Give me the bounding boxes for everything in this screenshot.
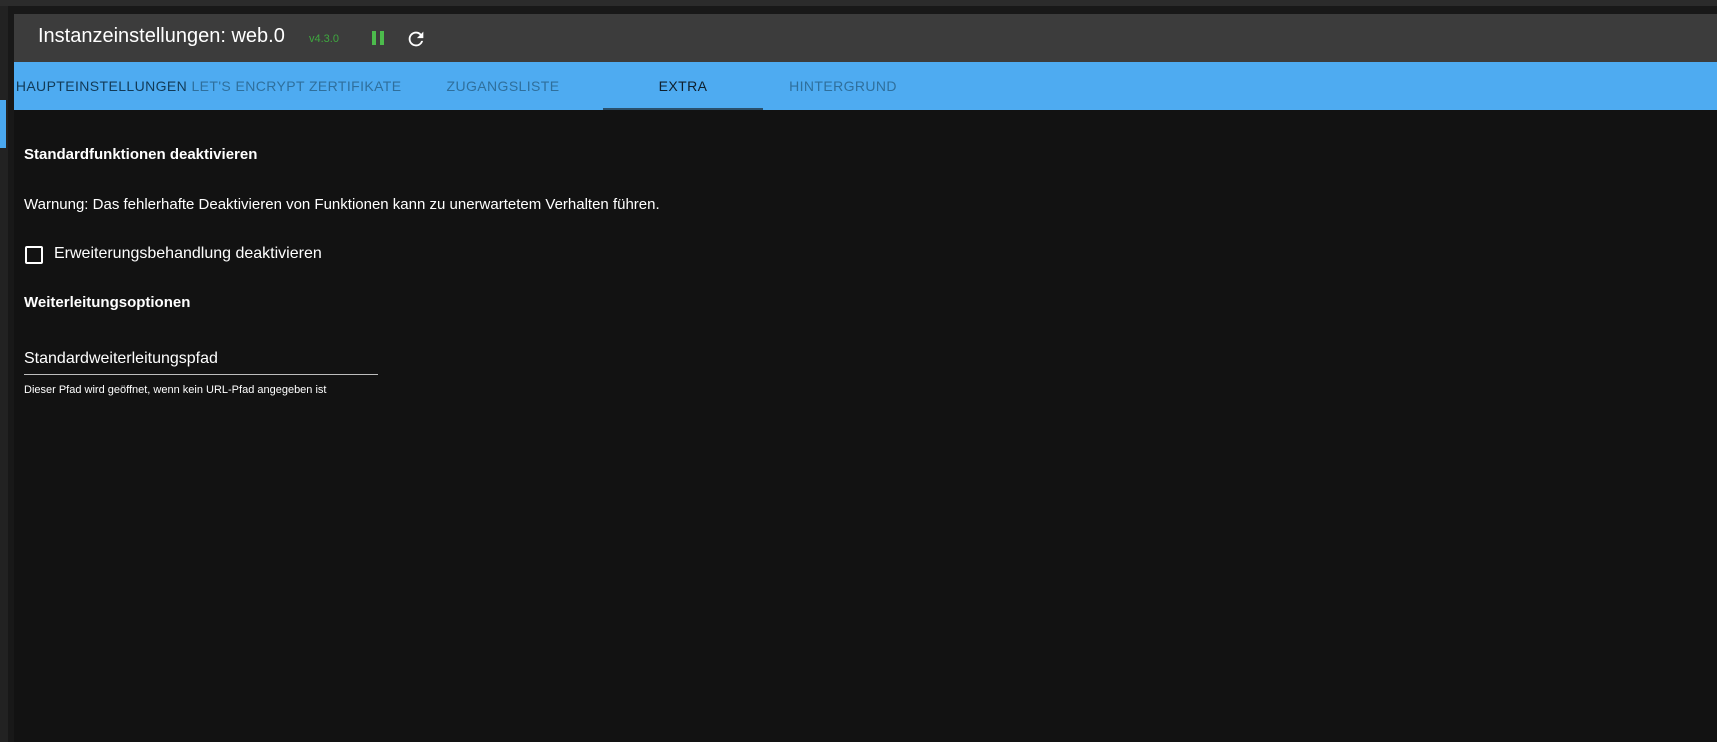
tab-bar: HAUPTEINSTELLUNGEN LET'S ENCRYPT ZERTIFI… — [14, 62, 1717, 110]
reload-button[interactable] — [405, 28, 427, 50]
tab-extra[interactable]: EXTRA — [603, 62, 763, 110]
tab-zugangsliste[interactable]: ZUGANGSLISTE — [428, 62, 578, 110]
section-heading-weiterleitungsoptionen: Weiterleitungsoptionen — [24, 294, 191, 311]
pause-icon-bar — [380, 31, 384, 45]
active-tab-indicator — [603, 108, 763, 110]
left-nav-accent — [0, 100, 6, 148]
field-underline — [24, 374, 378, 375]
tab-lets-encrypt-zertifikate[interactable]: LET'S ENCRYPT ZERTIFIKATE — [189, 62, 404, 110]
version-label: v4.3.0 — [309, 33, 339, 45]
section-heading-standardfunktionen: Standardfunktionen deaktivieren — [24, 146, 258, 163]
tab-hintergrund[interactable]: HINTERGRUND — [763, 62, 923, 110]
warning-text: Warnung: Das fehlerhafte Deaktivieren vo… — [24, 196, 660, 213]
default-redirect-path-field[interactable]: Standardweiterleitungspfad — [24, 346, 378, 376]
dialog-title: Instanzeinstellungen: web.0 — [38, 25, 285, 47]
reload-icon — [408, 31, 424, 47]
checkbox-label: Erweiterungsbehandlung deaktivieren — [54, 245, 322, 262]
redirect-field-value[interactable]: Standardweiterleitungspfad — [24, 350, 218, 368]
pause-icon — [372, 31, 376, 45]
instance-settings-dialog: Instanzeinstellungen: web.0 v4.3.0 HAUPT… — [14, 14, 1717, 742]
app-window: Instanzeinstellungen: web.0 v4.3.0 HAUPT… — [0, 0, 1717, 742]
pause-button[interactable] — [369, 29, 389, 49]
tab-haupteinstellungen[interactable]: HAUPTEINSTELLUNGEN — [14, 62, 189, 110]
top-strip — [0, 0, 1717, 6]
checkbox-box[interactable] — [25, 246, 43, 264]
dialog-title-bar: Instanzeinstellungen: web.0 v4.3.0 — [14, 14, 1717, 62]
redirect-field-helper-text: Dieser Pfad wird geöffnet, wenn kein URL… — [24, 384, 327, 396]
